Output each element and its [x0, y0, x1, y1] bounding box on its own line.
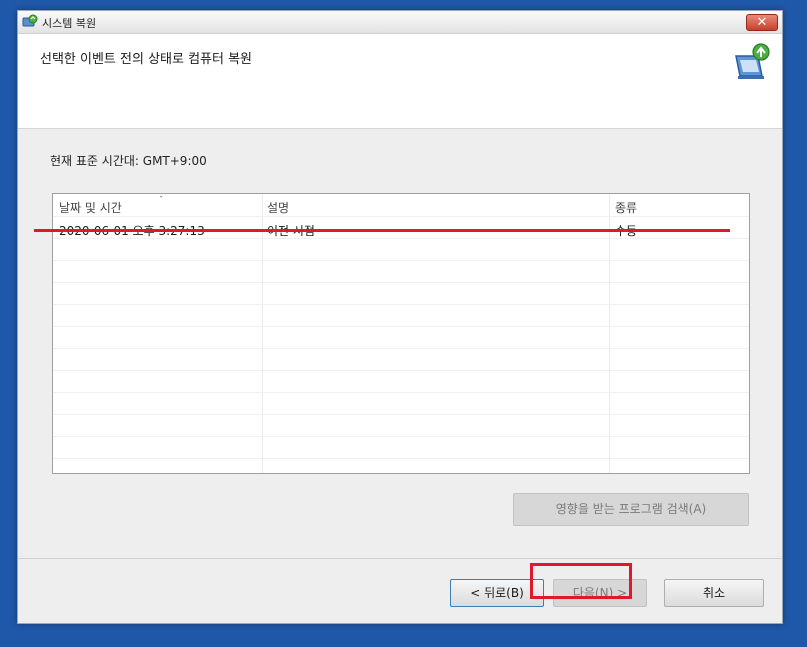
- row-divider: [53, 414, 749, 415]
- cancel-button[interactable]: 취소: [664, 579, 764, 607]
- window-title: 시스템 복원: [42, 17, 97, 30]
- row-divider: [53, 370, 749, 371]
- row-divider: [53, 392, 749, 393]
- column-header-description[interactable]: 설명: [267, 199, 289, 216]
- highlight-box: [530, 563, 632, 599]
- page-title: 선택한 이벤트 전의 상태로 컴퓨터 복원: [40, 52, 253, 67]
- column-header-label: 날짜 및 시간: [59, 201, 122, 215]
- row-divider: [53, 458, 749, 459]
- row-divider: [53, 348, 749, 349]
- close-button[interactable]: ✕: [746, 14, 778, 31]
- footer-divider: [18, 558, 782, 559]
- title-bar: 시스템 복원 ✕: [18, 11, 782, 34]
- column-divider: [262, 194, 263, 473]
- highlight-underline: [34, 229, 730, 232]
- wizard-header: 선택한 이벤트 전의 상태로 컴퓨터 복원: [18, 34, 782, 129]
- row-divider: [53, 436, 749, 437]
- row-divider: [53, 260, 749, 261]
- system-restore-window: 시스템 복원 ✕ 선택한 이벤트 전의 상태로 컴퓨터 복원 현재 표준 시간대…: [17, 10, 783, 624]
- sort-chevron-icon: ˇ: [159, 196, 164, 206]
- timezone-label: 현재 표준 시간대: GMT+9:00: [50, 154, 207, 168]
- row-divider: [53, 304, 749, 305]
- column-header-type[interactable]: 종류: [615, 199, 637, 216]
- system-restore-icon: [735, 43, 770, 79]
- row-divider: [53, 282, 749, 283]
- system-restore-icon: [22, 14, 38, 27]
- scan-affected-programs-button[interactable]: 영향을 받는 프로그램 검색(A): [513, 493, 749, 526]
- row-divider: [53, 216, 749, 217]
- restore-points-list[interactable]: 날짜 및 시간 ˇ 설명 종류 2020-06-01 오후 3:27:13 이전…: [52, 193, 750, 474]
- column-header-date[interactable]: 날짜 및 시간 ˇ: [59, 196, 164, 216]
- row-divider: [53, 326, 749, 327]
- column-divider: [609, 194, 610, 473]
